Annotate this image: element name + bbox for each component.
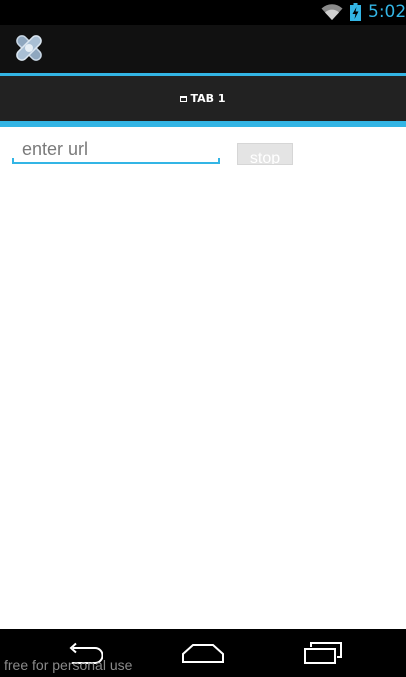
home-icon: [182, 644, 224, 663]
status-bar: 5:02: [0, 0, 406, 25]
wifi-icon: [321, 4, 343, 20]
recents-icon: [304, 642, 342, 664]
url-field: [12, 137, 220, 167]
tab-icon: [180, 95, 188, 102]
stop-button[interactable]: stop: [237, 143, 293, 165]
status-clock: 5:02: [368, 2, 406, 22]
recents-button[interactable]: [283, 629, 363, 677]
home-button[interactable]: [163, 629, 243, 677]
url-input-underline-right: [218, 158, 220, 163]
watermark-text: free for personal use: [4, 657, 133, 673]
tab-selected-indicator: [0, 121, 406, 127]
tab-1[interactable]: TAB 1: [0, 76, 406, 121]
app-logo-icon[interactable]: [12, 31, 46, 65]
tab-label: TAB 1: [190, 92, 226, 105]
url-input[interactable]: [12, 137, 220, 162]
url-input-underline: [12, 162, 220, 164]
action-bar: [0, 25, 406, 73]
app-screen: 5:02 TAB 1 enter url stop free for perso…: [0, 0, 406, 677]
tab-bar: TAB 1: [0, 76, 406, 121]
battery-charging-icon: [350, 3, 361, 21]
